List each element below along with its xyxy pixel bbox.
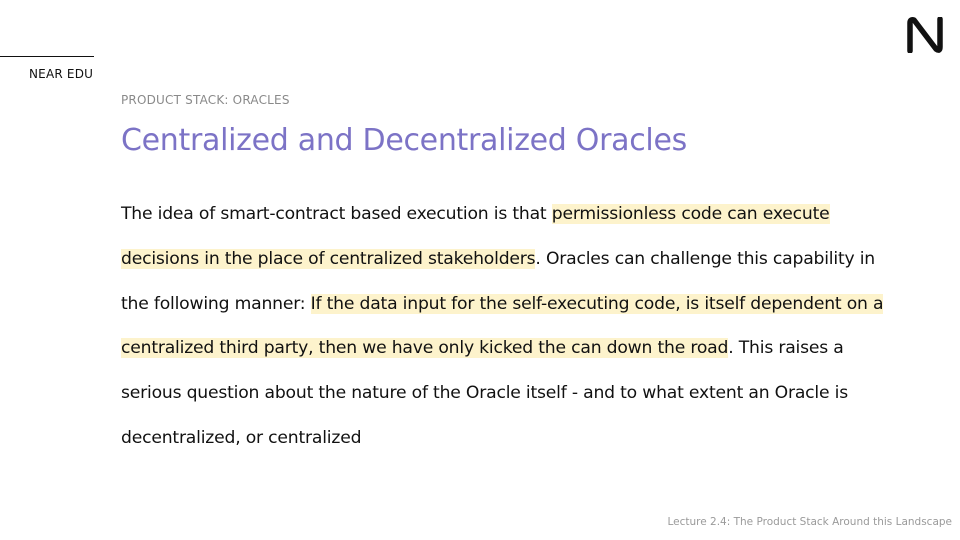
brand-label: NEAR EDU	[29, 67, 94, 81]
footer-lecture-label: Lecture 2.4: The Product Stack Around th…	[667, 516, 952, 528]
top-left-rule	[0, 56, 94, 57]
section-label: PRODUCT STACK: ORACLES	[121, 93, 290, 107]
body-paragraph: The idea of smart-contract based executi…	[121, 192, 896, 461]
slide-title: Centralized and Decentralized Oracles	[121, 123, 687, 158]
paragraph-text: The idea of smart-contract based executi…	[121, 204, 552, 224]
near-logo-icon	[907, 17, 943, 53]
